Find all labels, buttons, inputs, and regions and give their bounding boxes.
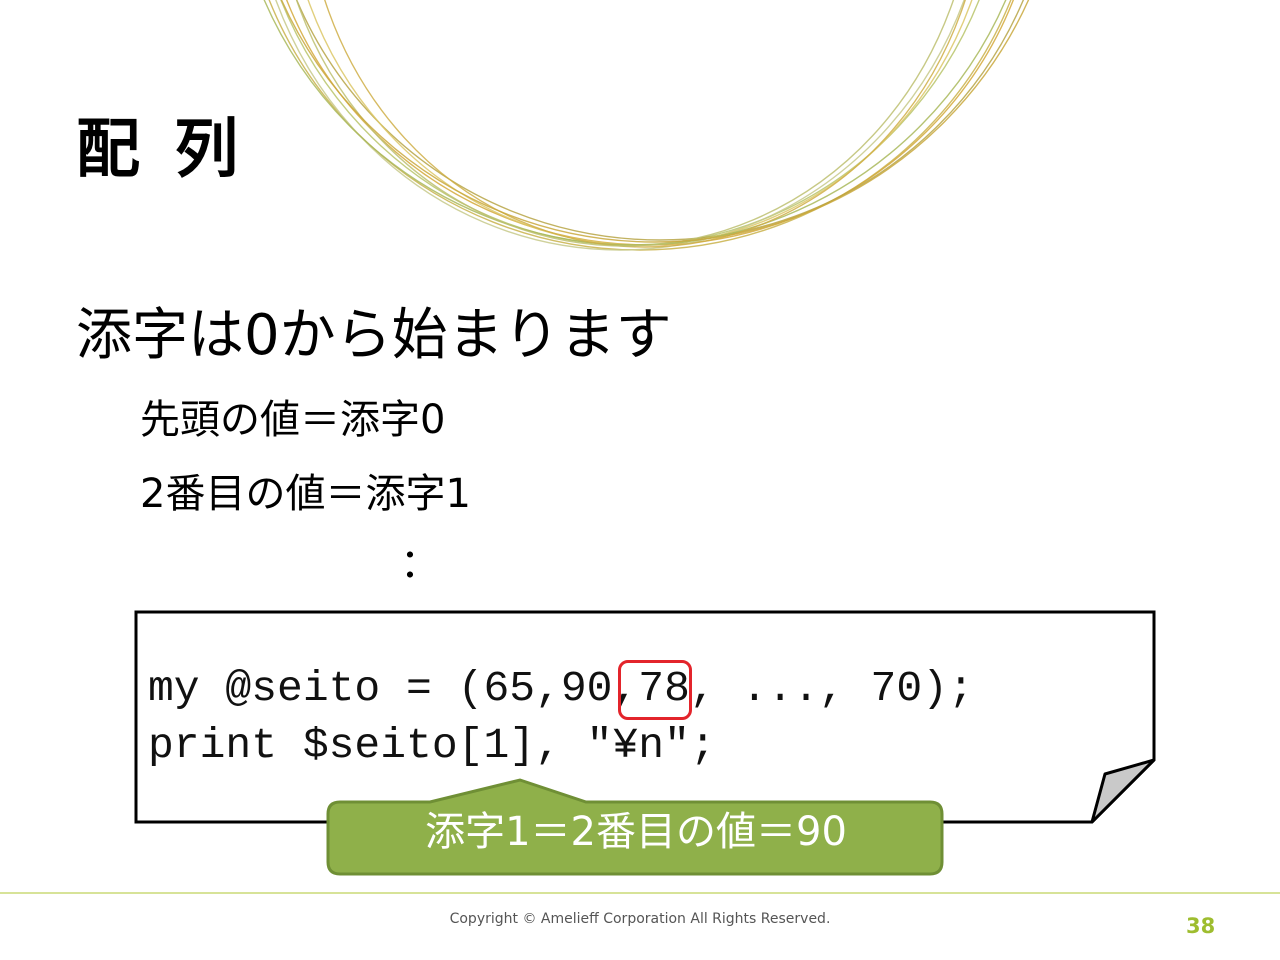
code-line-1: my @seito = (65,90,78, ..., 70); [148,667,974,710]
sub-item-first-value: 先頭の値＝添字0 [140,397,446,443]
lead-text: 添字は0から始まります [76,303,672,368]
callout-text: 添字1＝2番目の値＝90 [425,809,847,855]
code-line-1-before: my @seito = (65, [148,664,561,713]
decorative-ring [263,0,1007,246]
slide-title: 配 列 [76,113,245,187]
footer-divider [0,892,1280,894]
page-number: 38 [1186,914,1216,938]
sub-item-second-value: 2番目の値＝添字1 [140,471,471,517]
decorative-ring [275,0,965,251]
continuation-mark: ： [400,541,440,587]
code-line-2: print $seito[1], "¥n"; [148,721,716,770]
decorative-ring [296,0,1024,241]
highlight-box [618,660,692,720]
copyright-text: Copyright © Amelieff Corporation All Rig… [449,911,831,927]
code-highlight-value: 90 [560,664,613,713]
decorative-rings [263,0,1030,251]
decorative-ring [280,0,1030,243]
